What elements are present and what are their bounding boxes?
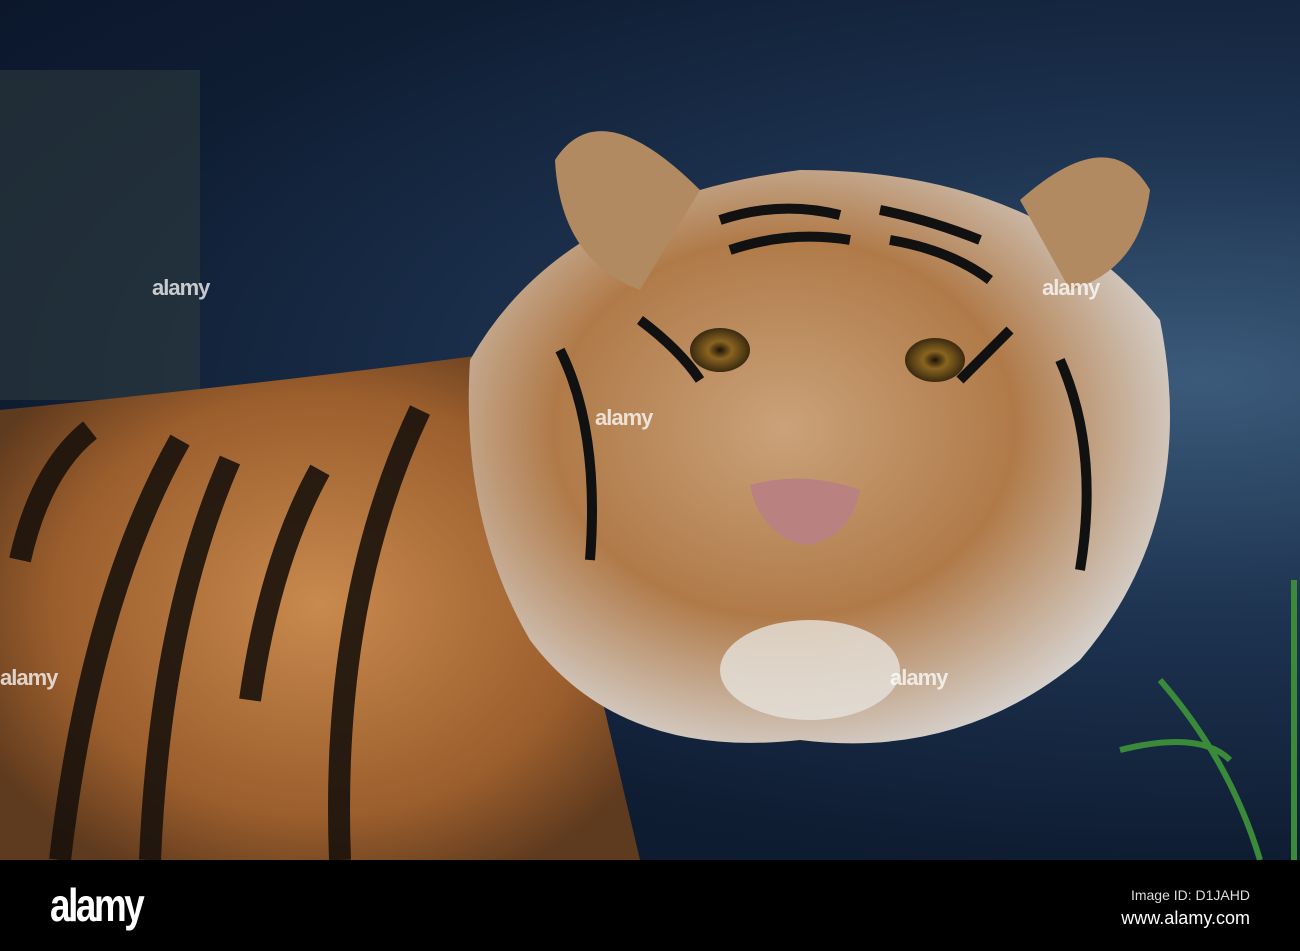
watermark: alamy xyxy=(595,405,653,430)
alamy-logo: alamy xyxy=(50,879,145,931)
image-id: Image ID: D1JAHD xyxy=(1130,887,1250,903)
left-eye xyxy=(690,328,750,372)
background-post xyxy=(0,70,200,400)
grass xyxy=(1119,580,1297,860)
watermark: alamy xyxy=(1042,275,1100,300)
tiger-photo: alamy alamy alamy alamy alamy xyxy=(0,0,1300,860)
watermark: alamy xyxy=(0,665,58,690)
chin xyxy=(720,620,900,720)
watermark: alamy xyxy=(890,665,948,690)
right-eye xyxy=(905,338,965,382)
website-link[interactable]: www.alamy.com xyxy=(1121,908,1250,929)
watermark: alamy xyxy=(152,275,210,300)
footer-bar: alamy Image ID: D1JAHD www.alamy.com xyxy=(0,860,1300,951)
